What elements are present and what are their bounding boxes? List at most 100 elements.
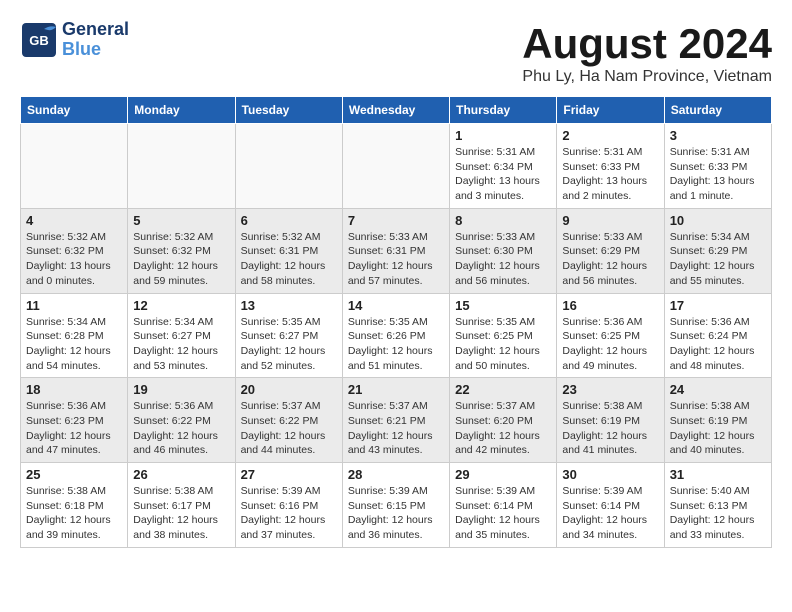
day-info: Sunrise: 5:34 AM Sunset: 6:27 PM Dayligh… [133,315,229,374]
day-number: 14 [348,298,444,313]
day-info: Sunrise: 5:32 AM Sunset: 6:31 PM Dayligh… [241,230,337,289]
calendar-cell: 31Sunrise: 5:40 AM Sunset: 6:13 PM Dayli… [664,463,771,548]
title-block: August 2024 Phu Ly, Ha Nam Province, Vie… [522,20,772,86]
calendar-cell: 14 Sunrise: 5:35 AM Sunset: 6:26 PM Dayli… [342,293,449,378]
calendar-cell: 13 Sunrise: 5:35 AM Sunset: 6:27 PM Dayli… [235,293,342,378]
calendar-cell: 18Sunrise: 5:36 AM Sunset: 6:23 PM Dayli… [21,378,128,463]
day-info: Sunrise: 5:35 AM Sunset: 6:26 PM Dayligh… [348,315,444,374]
day-info: Sunrise: 5:31 AM Sunset: 6:34 PM Dayligh… [455,145,551,204]
calendar-cell: 9 Sunrise: 5:33 AM Sunset: 6:29 PM Daylig… [557,208,664,293]
calendar-cell: 21 Sunrise: 5:37 AM Sunset: 6:21 PM Dayli… [342,378,449,463]
day-number: 4 [26,213,122,228]
day-info: Sunrise: 5:35 AM Sunset: 6:25 PM Dayligh… [455,315,551,374]
calendar-cell: 4 Sunrise: 5:32 AM Sunset: 6:32 PM Daylig… [21,208,128,293]
day-number: 21 [348,382,444,397]
day-number: 10 [670,213,766,228]
day-info: Sunrise: 5:36 AM Sunset: 6:24 PM Dayligh… [670,315,766,374]
logo: GB General Blue [20,20,129,60]
day-info: Sunrise: 5:33 AM Sunset: 6:30 PM Dayligh… [455,230,551,289]
day-info: Sunrise: 5:37 AM Sunset: 6:22 PM Dayligh… [241,399,337,458]
calendar-cell [235,124,342,209]
day-info: Sunrise: 5:33 AM Sunset: 6:29 PM Dayligh… [562,230,658,289]
day-number: 19 [133,382,229,397]
calendar-cell [342,124,449,209]
calendar-cell: 15Sunrise: 5:35 AM Sunset: 6:25 PM Dayli… [450,293,557,378]
calendar-cell [128,124,235,209]
day-info: Sunrise: 5:32 AM Sunset: 6:32 PM Dayligh… [133,230,229,289]
calendar-cell: 5 Sunrise: 5:32 AM Sunset: 6:32 PM Daylig… [128,208,235,293]
calendar-cell: 10 Sunrise: 5:34 AM Sunset: 6:29 PM Dayli… [664,208,771,293]
day-number: 3 [670,128,766,143]
calendar-cell: 7 Sunrise: 5:33 AM Sunset: 6:31 PM Daylig… [342,208,449,293]
day-info: Sunrise: 5:31 AM Sunset: 6:33 PM Dayligh… [670,145,766,204]
calendar-cell: 28Sunrise: 5:39 AM Sunset: 6:15 PM Dayli… [342,463,449,548]
day-number: 20 [241,382,337,397]
day-number: 2 [562,128,658,143]
day-info: Sunrise: 5:36 AM Sunset: 6:25 PM Dayligh… [562,315,658,374]
day-number: 17 [670,298,766,313]
day-info: Sunrise: 5:39 AM Sunset: 6:14 PM Dayligh… [455,484,551,543]
subtitle: Phu Ly, Ha Nam Province, Vietnam [522,68,772,86]
day-info: Sunrise: 5:37 AM Sunset: 6:21 PM Dayligh… [348,399,444,458]
day-number: 8 [455,213,551,228]
day-number: 25 [26,467,122,482]
day-header-saturday: Saturday [664,97,771,124]
day-number: 22 [455,382,551,397]
day-info: Sunrise: 5:31 AM Sunset: 6:33 PM Dayligh… [562,145,658,204]
day-info: Sunrise: 5:38 AM Sunset: 6:18 PM Dayligh… [26,484,122,543]
day-info: Sunrise: 5:37 AM Sunset: 6:20 PM Dayligh… [455,399,551,458]
day-info: Sunrise: 5:34 AM Sunset: 6:29 PM Dayligh… [670,230,766,289]
calendar-cell: 20 Sunrise: 5:37 AM Sunset: 6:22 PM Dayli… [235,378,342,463]
day-number: 26 [133,467,229,482]
day-info: Sunrise: 5:38 AM Sunset: 6:17 PM Dayligh… [133,484,229,543]
logo-icon: GB [20,21,58,59]
day-number: 7 [348,213,444,228]
day-info: Sunrise: 5:38 AM Sunset: 6:19 PM Dayligh… [670,399,766,458]
calendar-cell: 23Sunrise: 5:38 AM Sunset: 6:19 PM Dayli… [557,378,664,463]
day-number: 12 [133,298,229,313]
day-header-thursday: Thursday [450,97,557,124]
day-info: Sunrise: 5:32 AM Sunset: 6:32 PM Dayligh… [26,230,122,289]
calendar-table: SundayMondayTuesdayWednesdayThursdayFrid… [20,96,772,548]
day-info: Sunrise: 5:36 AM Sunset: 6:22 PM Dayligh… [133,399,229,458]
day-header-tuesday: Tuesday [235,97,342,124]
day-header-monday: Monday [128,97,235,124]
day-info: Sunrise: 5:33 AM Sunset: 6:31 PM Dayligh… [348,230,444,289]
day-info: Sunrise: 5:40 AM Sunset: 6:13 PM Dayligh… [670,484,766,543]
day-number: 11 [26,298,122,313]
calendar-cell: 25 Sunrise: 5:38 AM Sunset: 6:18 PM Dayli… [21,463,128,548]
logo-line1: General [62,20,129,40]
svg-text:GB: GB [29,33,49,48]
calendar-cell [21,124,128,209]
day-info: Sunrise: 5:35 AM Sunset: 6:27 PM Dayligh… [241,315,337,374]
day-header-wednesday: Wednesday [342,97,449,124]
day-number: 29 [455,467,551,482]
calendar-cell: 22 Sunrise: 5:37 AM Sunset: 6:20 PM Dayli… [450,378,557,463]
calendar-cell: 24 Sunrise: 5:38 AM Sunset: 6:19 PM Dayli… [664,378,771,463]
day-header-sunday: Sunday [21,97,128,124]
calendar-cell: 27 Sunrise: 5:39 AM Sunset: 6:16 PM Dayli… [235,463,342,548]
day-info: Sunrise: 5:34 AM Sunset: 6:28 PM Dayligh… [26,315,122,374]
main-title: August 2024 [522,20,772,68]
logo-line2: Blue [62,40,129,60]
day-number: 24 [670,382,766,397]
calendar-cell: 30Sunrise: 5:39 AM Sunset: 6:14 PM Dayli… [557,463,664,548]
calendar-header: SundayMondayTuesdayWednesdayThursdayFrid… [21,97,772,124]
calendar-cell: 26 Sunrise: 5:38 AM Sunset: 6:17 PM Dayli… [128,463,235,548]
day-number: 13 [241,298,337,313]
calendar-cell: 1Sunrise: 5:31 AM Sunset: 6:34 PM Daylig… [450,124,557,209]
day-header-friday: Friday [557,97,664,124]
day-number: 27 [241,467,337,482]
day-number: 18 [26,382,122,397]
page-header: GB General Blue August 2024 Phu Ly, Ha N… [20,20,772,86]
calendar-cell: 3 Sunrise: 5:31 AM Sunset: 6:33 PM Daylig… [664,124,771,209]
day-number: 16 [562,298,658,313]
calendar-cell: 17 Sunrise: 5:36 AM Sunset: 6:24 PM Dayli… [664,293,771,378]
calendar-cell: 8 Sunrise: 5:33 AM Sunset: 6:30 PM Daylig… [450,208,557,293]
day-info: Sunrise: 5:39 AM Sunset: 6:16 PM Dayligh… [241,484,337,543]
day-info: Sunrise: 5:39 AM Sunset: 6:15 PM Dayligh… [348,484,444,543]
day-number: 5 [133,213,229,228]
calendar-cell: 12 Sunrise: 5:34 AM Sunset: 6:27 PM Dayli… [128,293,235,378]
day-number: 9 [562,213,658,228]
day-number: 23 [562,382,658,397]
